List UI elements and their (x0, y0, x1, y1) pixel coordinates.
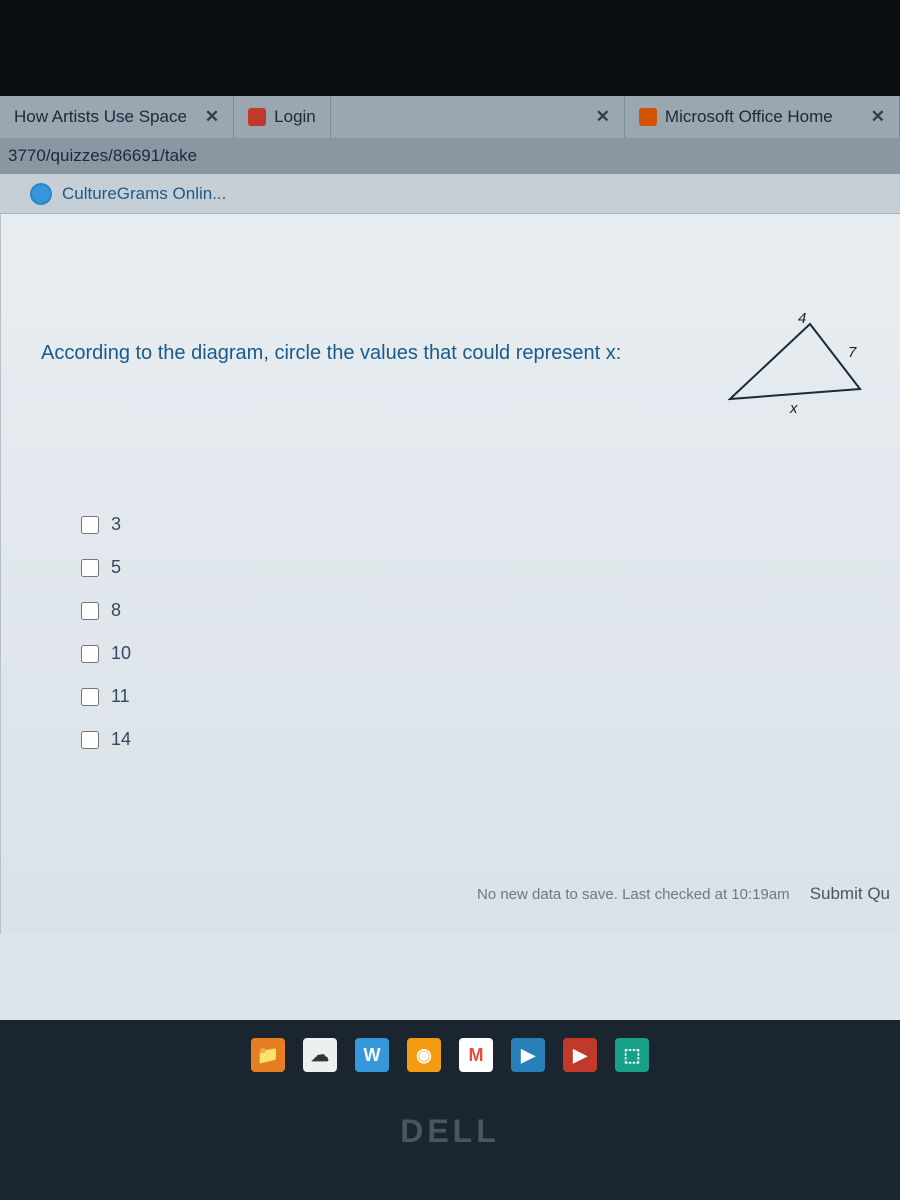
tab-label: Login (274, 107, 316, 127)
globe-icon (30, 183, 52, 205)
option-11[interactable]: 11 (81, 686, 870, 707)
dell-logo: DELL (0, 1113, 900, 1150)
tab-login[interactable]: Login (234, 96, 331, 138)
tab-microsoft[interactable]: Microsoft Office Home ✕ (625, 96, 900, 138)
option-3[interactable]: 3 (81, 514, 870, 535)
checkbox[interactable] (81, 645, 99, 663)
option-8[interactable]: 8 (81, 600, 870, 621)
close-icon[interactable]: ✕ (596, 107, 610, 127)
triangle-diagram: 4 7 x (720, 314, 870, 424)
question-text: According to the diagram, circle the val… (41, 314, 702, 365)
save-status: No new data to save. Last checked at 10:… (477, 886, 790, 903)
triangle-label-top: 4 (798, 310, 806, 327)
option-label: 11 (111, 686, 130, 707)
address-bar[interactable]: 3770/quizzes/86691/take (0, 138, 900, 174)
chrome-icon[interactable]: ◉ (407, 1038, 441, 1072)
quiz-page: According to the diagram, circle the val… (0, 214, 900, 934)
browser-tabs: How Artists Use Space ✕ Login ✕ Microsof… (0, 96, 900, 138)
option-label: 8 (111, 600, 121, 621)
option-label: 3 (111, 514, 121, 535)
tab-artists[interactable]: How Artists Use Space ✕ (0, 96, 234, 138)
checkbox[interactable] (81, 688, 99, 706)
bookmark-item[interactable]: CultureGrams Onlin... (62, 184, 226, 204)
option-label: 10 (111, 643, 131, 664)
checkbox[interactable] (81, 559, 99, 577)
checkbox[interactable] (81, 731, 99, 749)
option-label: 5 (111, 557, 121, 578)
app-icon[interactable]: ▶ (511, 1038, 545, 1072)
question-row: According to the diagram, circle the val… (41, 314, 870, 424)
monitor-bezel-top (0, 0, 900, 96)
url-text: 3770/quizzes/86691/take (8, 146, 197, 166)
answer-options: 3 5 8 10 11 14 (81, 514, 870, 750)
word-icon[interactable]: W (355, 1038, 389, 1072)
favicon-icon (639, 108, 657, 126)
close-icon[interactable]: ✕ (871, 107, 885, 127)
cloud-icon[interactable]: ☁ (303, 1038, 337, 1072)
option-10[interactable]: 10 (81, 643, 870, 664)
option-label: 14 (111, 729, 131, 750)
bookmarks-bar: CultureGrams Onlin... (0, 174, 900, 214)
tab-close-spacer[interactable]: ✕ (572, 96, 625, 138)
triangle-label-right: 7 (848, 344, 856, 361)
option-5[interactable]: 5 (81, 557, 870, 578)
submit-button[interactable]: Submit Qu (810, 884, 890, 904)
gmail-icon[interactable]: M (459, 1038, 493, 1072)
tab-label: Microsoft Office Home (665, 107, 833, 127)
close-icon[interactable]: ✕ (205, 107, 219, 127)
option-14[interactable]: 14 (81, 729, 870, 750)
file-explorer-icon[interactable]: 📁 (251, 1038, 285, 1072)
checkbox[interactable] (81, 516, 99, 534)
app-icon[interactable]: ⬚ (615, 1038, 649, 1072)
app-icon[interactable]: ▶ (563, 1038, 597, 1072)
quiz-footer: No new data to save. Last checked at 10:… (477, 884, 890, 904)
windows-taskbar: 📁 ☁ W ◉ M ▶ ▶ ⬚ (0, 1030, 900, 1080)
tab-label: How Artists Use Space (14, 107, 187, 127)
checkbox[interactable] (81, 602, 99, 620)
favicon-icon (248, 108, 266, 126)
triangle-label-bottom: x (790, 400, 798, 417)
